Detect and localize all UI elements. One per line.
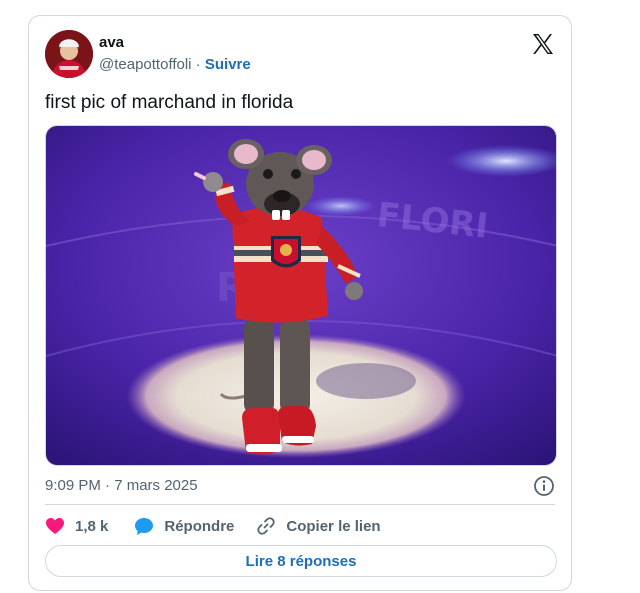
read-replies-label: Lire 8 réponses — [245, 552, 357, 570]
link-icon — [257, 517, 275, 535]
follow-button[interactable]: Suivre — [205, 56, 251, 73]
author-handle[interactable]: @teapottoffoli — [99, 56, 192, 73]
divider — [45, 504, 555, 505]
tweet-actions: 1,8 k Répondre Copier le lien — [45, 515, 381, 537]
copy-link-label: Copier le lien — [286, 517, 381, 535]
tweet-timestamp[interactable]: 9:09 PM · 7 mars 2025 — [45, 477, 198, 494]
tweet-card: ava @teapottoffoli · Suivre first pic of… — [28, 15, 572, 591]
like-button[interactable]: 1,8 k — [45, 517, 108, 535]
reply-bubble-icon — [135, 517, 154, 535]
author-handle-row: @teapottoffoli · Suivre — [99, 56, 251, 73]
tweet-media[interactable]: FLORI RS — [45, 125, 557, 466]
copy-link-button[interactable]: Copier le lien — [256, 516, 381, 536]
author-avatar[interactable] — [45, 30, 93, 78]
avatar-image — [45, 30, 93, 78]
like-count: 1,8 k — [75, 517, 109, 535]
reply-label: Répondre — [164, 517, 235, 535]
heart-icon — [46, 518, 64, 534]
handle-separator: · — [191, 56, 205, 73]
read-replies-button[interactable]: Lire 8 réponses — [45, 545, 557, 577]
reply-button[interactable]: Répondre — [134, 517, 234, 536]
x-logo-icon[interactable] — [531, 32, 555, 56]
tweet-text: first pic of marchand in florida — [45, 92, 294, 113]
info-icon[interactable] — [533, 475, 555, 497]
author-name[interactable]: ava — [99, 34, 124, 51]
mascot-photo-image: FLORI RS — [46, 126, 556, 465]
